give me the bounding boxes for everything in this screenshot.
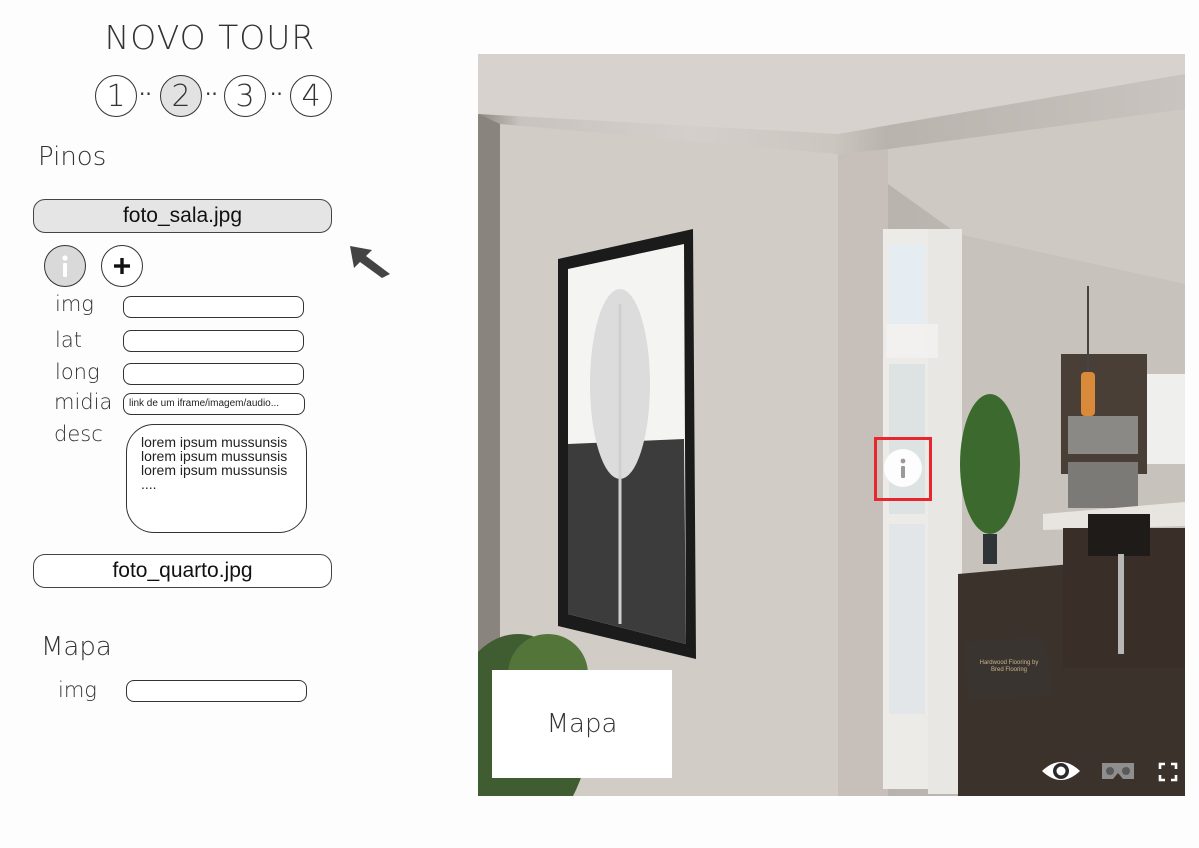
map-img-label: img: [58, 678, 97, 702]
info-icon: [900, 458, 906, 478]
info-hotspot[interactable]: [884, 449, 922, 487]
step-2[interactable]: 2: [160, 75, 202, 117]
arrow-cursor-icon: [350, 246, 390, 278]
add-pin-button[interactable]: [101, 245, 143, 287]
desc-line: lorem ipsum mussunsis: [141, 462, 288, 478]
midia-label: midia: [54, 390, 113, 414]
img-label: img: [55, 292, 94, 316]
pin-file-foto-quarto[interactable]: foto_quarto.jpg: [33, 554, 332, 588]
lat-label: lat: [55, 328, 82, 352]
step-separator: ··: [139, 82, 152, 106]
pins-section-label: Pinos: [38, 142, 107, 172]
desc-line: ....: [141, 476, 157, 492]
doormat-line: Hardwood Flooring by: [979, 660, 1039, 666]
step-separator: ··: [270, 82, 283, 106]
map-img-field[interactable]: [126, 680, 307, 702]
step-3[interactable]: 3: [224, 75, 266, 117]
info-pin-button[interactable]: [44, 245, 86, 287]
page-title: NOVO TOUR: [104, 18, 316, 57]
step-separator: ··: [205, 82, 218, 106]
map-section-label: Mapa: [41, 632, 112, 662]
step-4[interactable]: 4: [290, 75, 332, 117]
img-field[interactable]: [123, 296, 304, 318]
map-overlay[interactable]: Mapa: [492, 670, 672, 778]
pin-file-foto-sala[interactable]: foto_sala.jpg: [33, 199, 332, 233]
desc-line: lorem ipsum mussunsis: [141, 434, 288, 450]
lat-field[interactable]: [123, 330, 304, 352]
desc-label: desc: [54, 422, 103, 446]
vr-headset-icon[interactable]: [1100, 760, 1136, 782]
eye-icon[interactable]: [1040, 756, 1082, 786]
step-1[interactable]: 1: [95, 75, 137, 117]
info-icon: [62, 255, 68, 277]
fullscreen-icon[interactable]: [1158, 762, 1178, 782]
desc-textarea[interactable]: lorem ipsum mussunsis lorem ipsum mussun…: [126, 424, 307, 533]
doormat-line: Bred Flooring: [990, 667, 1028, 673]
plus-icon: [114, 258, 130, 274]
desc-line: lorem ipsum mussunsis: [141, 448, 288, 464]
long-label: long: [55, 360, 100, 384]
midia-field[interactable]: link de um iframe/imagem/audio...: [123, 393, 305, 415]
doormat-text: Hardwood Flooring by Bred Flooring: [970, 660, 1048, 674]
long-field[interactable]: [123, 363, 304, 385]
